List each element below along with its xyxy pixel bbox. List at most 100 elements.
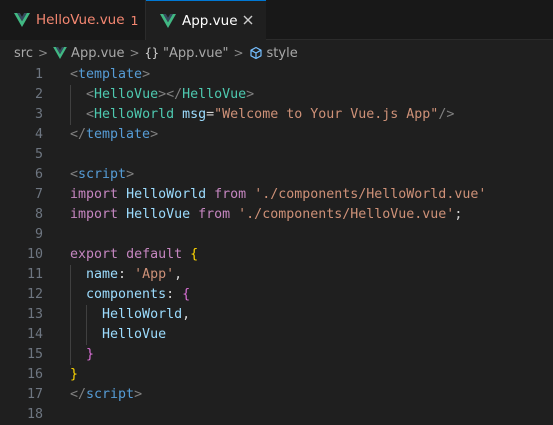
- code-line[interactable]: 17 </script>: [0, 385, 553, 405]
- code-token: ></: [158, 87, 183, 102]
- code-text: }: [70, 345, 94, 365]
- code-text: import HelloVue from './components/Hello…: [70, 205, 462, 225]
- breadcrumb-folder[interactable]: src: [14, 46, 33, 61]
- breadcrumb-section[interactable]: style: [267, 46, 298, 61]
- line-number: 6: [34, 167, 43, 182]
- code-text: HelloVue: [70, 325, 166, 345]
- code-token: <: [86, 87, 95, 102]
- line-number: 8: [34, 207, 43, 222]
- code-line[interactable]: 16}: [0, 365, 553, 385]
- line-number: 12: [26, 287, 43, 302]
- code-text: <HelloVue></HelloVue>: [70, 85, 254, 105]
- code-token: from: [214, 187, 247, 202]
- tab-hellovue[interactable]: HelloVue.vue 1: [0, 0, 146, 40]
- vue-icon: [53, 47, 67, 59]
- breadcrumb-symbol[interactable]: "App.vue": [163, 46, 228, 61]
- code-token: default: [126, 247, 183, 262]
- code-token: ,: [174, 267, 183, 282]
- code-token: HelloVue: [126, 207, 191, 222]
- code-token: :: [166, 287, 183, 302]
- tab-app[interactable]: App.vue: [146, 0, 266, 41]
- code-token: >: [126, 167, 135, 182]
- close-icon[interactable]: [240, 12, 256, 28]
- code-token: {: [182, 287, 191, 302]
- code-line[interactable]: 4 </template>: [0, 125, 553, 145]
- code-token: :: [118, 267, 135, 282]
- line-number: 5: [34, 147, 43, 162]
- code-token: }: [70, 367, 79, 382]
- code-token: HelloWorld: [94, 107, 175, 122]
- breadcrumb-file[interactable]: App.vue: [71, 46, 124, 61]
- code-line[interactable]: 8 import HelloVue from './components/Hell…: [0, 205, 553, 225]
- vue-icon: [14, 13, 30, 27]
- code-token: ,: [182, 307, 191, 322]
- code-line[interactable]: 6 <script>: [0, 165, 553, 185]
- code-token: script: [78, 167, 127, 182]
- code-text: export default {: [70, 245, 198, 265]
- code-token: >: [142, 67, 151, 82]
- code-line[interactable]: 3 <HelloWorld msg="Welcome to Your Vue.j…: [0, 105, 553, 125]
- code-token: </: [70, 387, 87, 402]
- chevron-right-icon: >: [129, 46, 140, 60]
- code-line[interactable]: 10 export default {: [0, 245, 553, 265]
- code-line[interactable]: 2 <HelloVue></HelloVue>: [0, 85, 553, 105]
- code-line[interactable]: 9: [0, 225, 553, 245]
- code-editor[interactable]: 1 <template> 2 <HelloVue></HelloVue> 3 <Hel…: [0, 65, 553, 425]
- code-line[interactable]: 18: [0, 405, 553, 425]
- code-text: <script>: [70, 165, 134, 185]
- tab-label: App.vue: [182, 13, 238, 29]
- code-line[interactable]: 12 components: {: [0, 285, 553, 305]
- line-number: 13: [26, 307, 43, 322]
- code-token: <: [70, 67, 79, 82]
- code-token: =: [206, 107, 215, 122]
- code-token: './components/HelloVue.vue': [238, 207, 455, 222]
- code-line[interactable]: 14 HelloVue: [0, 325, 553, 345]
- code-line[interactable]: 1 <template>: [0, 65, 553, 85]
- code-token: >: [246, 87, 255, 102]
- line-number: 3: [34, 107, 43, 122]
- code-line[interactable]: 5: [0, 145, 553, 165]
- line-number: 17: [26, 387, 43, 402]
- tab-label: HelloVue.vue: [36, 12, 125, 28]
- code-text: </script>: [70, 385, 142, 405]
- chevron-right-icon: >: [37, 46, 49, 60]
- code-token: </: [70, 127, 87, 142]
- code-token: name: [86, 267, 119, 282]
- code-token: import: [70, 207, 119, 222]
- code-line[interactable]: 13 HelloWorld,: [0, 305, 553, 325]
- code-line[interactable]: 11 name: 'App',: [0, 265, 553, 285]
- code-token: <: [86, 107, 95, 122]
- chevron-right-icon: >: [233, 46, 244, 60]
- line-number: 11: [26, 267, 43, 282]
- breadcrumb: src > App.vue > {} "App.vue" > style: [0, 41, 553, 65]
- line-number: 10: [26, 247, 43, 262]
- code-text: <HelloWorld msg="Welcome to Your Vue.js …: [70, 105, 454, 125]
- code-text: components: {: [70, 285, 190, 305]
- editor-tab-bar: HelloVue.vue 1 App.vue: [0, 0, 553, 41]
- code-line[interactable]: 7 import HelloWorld from './components/He…: [0, 185, 553, 205]
- code-token: template: [78, 67, 143, 82]
- code-text: HelloWorld,: [70, 305, 190, 325]
- code-token: export: [70, 247, 119, 262]
- code-text: name: 'App',: [70, 265, 182, 285]
- line-number: 16: [26, 367, 43, 382]
- code-line[interactable]: 15 }: [0, 345, 553, 365]
- code-token: script: [86, 387, 135, 402]
- code-token: './components/HelloWorld.vue': [254, 187, 487, 202]
- line-number: 9: [34, 227, 43, 242]
- code-token: 'App': [134, 267, 175, 282]
